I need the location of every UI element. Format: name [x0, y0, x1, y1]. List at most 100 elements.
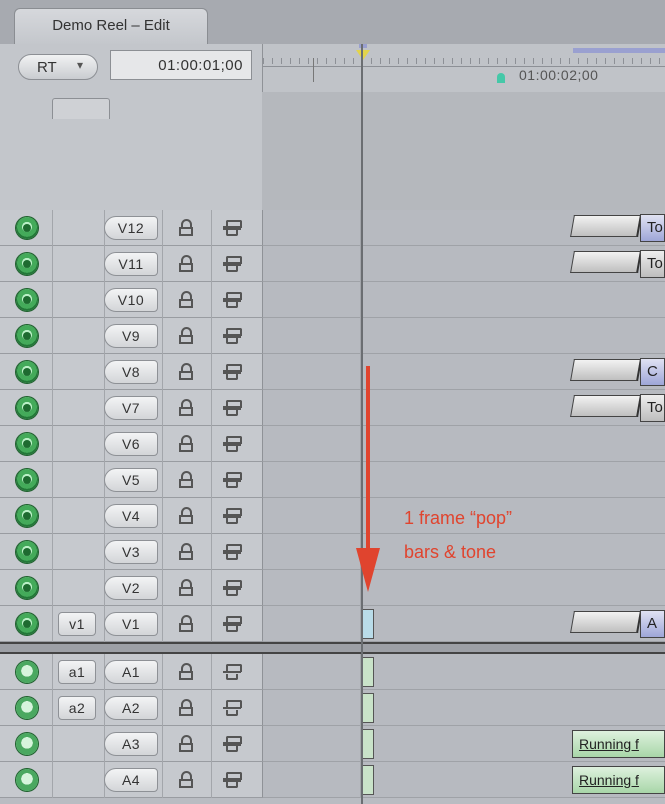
eye-icon[interactable]	[16, 397, 38, 419]
track-content[interactable]	[262, 282, 665, 318]
dest-control-v7[interactable]: V7	[104, 396, 158, 420]
dest-control-v11[interactable]: V11	[104, 252, 158, 276]
link-icon[interactable]	[223, 616, 242, 632]
speaker-icon[interactable]	[16, 661, 38, 683]
eye-icon[interactable]	[16, 577, 38, 599]
eye-icon[interactable]	[16, 433, 38, 455]
speaker-icon[interactable]	[16, 769, 38, 791]
source-patch-v1[interactable]: v1	[58, 612, 96, 636]
eye-icon[interactable]	[16, 469, 38, 491]
link-bottom	[226, 338, 238, 344]
lock-icon[interactable]	[179, 399, 193, 416]
timeline-tab[interactable]: Demo Reel – Edit	[14, 8, 208, 44]
eye-icon[interactable]	[16, 289, 38, 311]
current-timecode-field[interactable]: 01:00:01;00	[110, 50, 252, 80]
dest-control-v4[interactable]: V4	[104, 504, 158, 528]
lock-icon[interactable]	[179, 507, 193, 524]
link-icon[interactable]	[223, 292, 242, 308]
playhead-handle[interactable]	[356, 50, 370, 60]
playhead-line[interactable]	[361, 44, 363, 804]
lock-icon[interactable]	[179, 471, 193, 488]
clip[interactable]: To	[640, 250, 665, 278]
dest-control-v1[interactable]: V1	[104, 612, 158, 636]
link-icon[interactable]	[223, 736, 242, 752]
eye-icon[interactable]	[16, 613, 38, 635]
lock-icon[interactable]	[179, 699, 193, 716]
source-patch-a2[interactable]: a2	[58, 696, 96, 720]
lock-icon[interactable]	[179, 363, 193, 380]
eye-icon[interactable]	[16, 541, 38, 563]
bars-and-tone-frame[interactable]	[362, 765, 374, 795]
dest-control-v6[interactable]: V6	[104, 432, 158, 456]
track-header: V7	[0, 390, 262, 426]
link-icon[interactable]	[223, 700, 242, 716]
link-icon[interactable]	[223, 364, 242, 380]
eye-icon[interactable]	[16, 505, 38, 527]
bars-and-tone-frame[interactable]	[362, 693, 374, 723]
track-header: V3	[0, 534, 262, 570]
speaker-icon[interactable]	[16, 733, 38, 755]
eye-pupil	[23, 512, 31, 520]
track-content[interactable]	[262, 690, 665, 726]
clip[interactable]: A	[640, 610, 665, 638]
link-icon[interactable]	[223, 544, 242, 560]
clip[interactable]: Running f	[572, 730, 665, 758]
timeline-ruler[interactable]: 01:00:02;00	[262, 44, 665, 93]
lock-icon[interactable]	[179, 543, 193, 560]
rt-menu-button[interactable]: RT ▾	[18, 54, 98, 80]
eye-icon[interactable]	[16, 253, 38, 275]
link-icon[interactable]	[223, 256, 242, 272]
marker-icon[interactable]	[497, 73, 505, 83]
link-icon[interactable]	[223, 220, 242, 236]
track-content[interactable]	[262, 570, 665, 606]
link-icon[interactable]	[223, 772, 242, 788]
lock-icon[interactable]	[179, 579, 193, 596]
dest-control-v9[interactable]: V9	[104, 324, 158, 348]
column-divider	[211, 690, 212, 726]
track-content[interactable]	[262, 654, 665, 690]
lock-icon[interactable]	[179, 663, 193, 680]
lock-icon[interactable]	[179, 615, 193, 632]
lock-icon[interactable]	[179, 291, 193, 308]
lock-icon[interactable]	[179, 771, 193, 788]
lock-icon[interactable]	[179, 327, 193, 344]
clip[interactable]: Running f	[572, 766, 665, 794]
bars-and-tone-frame[interactable]	[362, 729, 374, 759]
dest-control-a1[interactable]: A1	[104, 660, 158, 684]
clip[interactable]: To	[640, 214, 665, 242]
speaker-icon[interactable]	[16, 697, 38, 719]
track-content[interactable]	[262, 426, 665, 462]
source-patch-a1[interactable]: a1	[58, 660, 96, 684]
eye-icon[interactable]	[16, 217, 38, 239]
bars-and-tone-frame[interactable]	[362, 609, 374, 639]
dest-control-a3[interactable]: A3	[104, 732, 158, 756]
link-icon[interactable]	[223, 328, 242, 344]
dest-control-v3[interactable]: V3	[104, 540, 158, 564]
clip[interactable]: C	[640, 358, 665, 386]
bars-and-tone-frame[interactable]	[362, 657, 374, 687]
dest-control-v8[interactable]: V8	[104, 360, 158, 384]
link-icon[interactable]	[223, 664, 242, 680]
audio-video-divider[interactable]	[0, 642, 665, 654]
lock-icon[interactable]	[179, 735, 193, 752]
dest-control-v5[interactable]: V5	[104, 468, 158, 492]
lock-icon[interactable]	[179, 219, 193, 236]
dest-control-v2[interactable]: V2	[104, 576, 158, 600]
link-icon[interactable]	[223, 436, 242, 452]
dest-control-v12[interactable]: V12	[104, 216, 158, 240]
video-track-v10: V10	[0, 282, 665, 318]
dest-control-v10[interactable]: V10	[104, 288, 158, 312]
dest-control-a4[interactable]: A4	[104, 768, 158, 792]
link-icon[interactable]	[223, 580, 242, 596]
eye-icon[interactable]	[16, 361, 38, 383]
lock-icon[interactable]	[179, 255, 193, 272]
link-icon[interactable]	[223, 508, 242, 524]
track-content[interactable]	[262, 318, 665, 354]
link-icon[interactable]	[223, 472, 242, 488]
eye-icon[interactable]	[16, 325, 38, 347]
track-content[interactable]	[262, 462, 665, 498]
dest-control-a2[interactable]: A2	[104, 696, 158, 720]
link-icon[interactable]	[223, 400, 242, 416]
lock-icon[interactable]	[179, 435, 193, 452]
clip[interactable]: To	[640, 394, 665, 422]
